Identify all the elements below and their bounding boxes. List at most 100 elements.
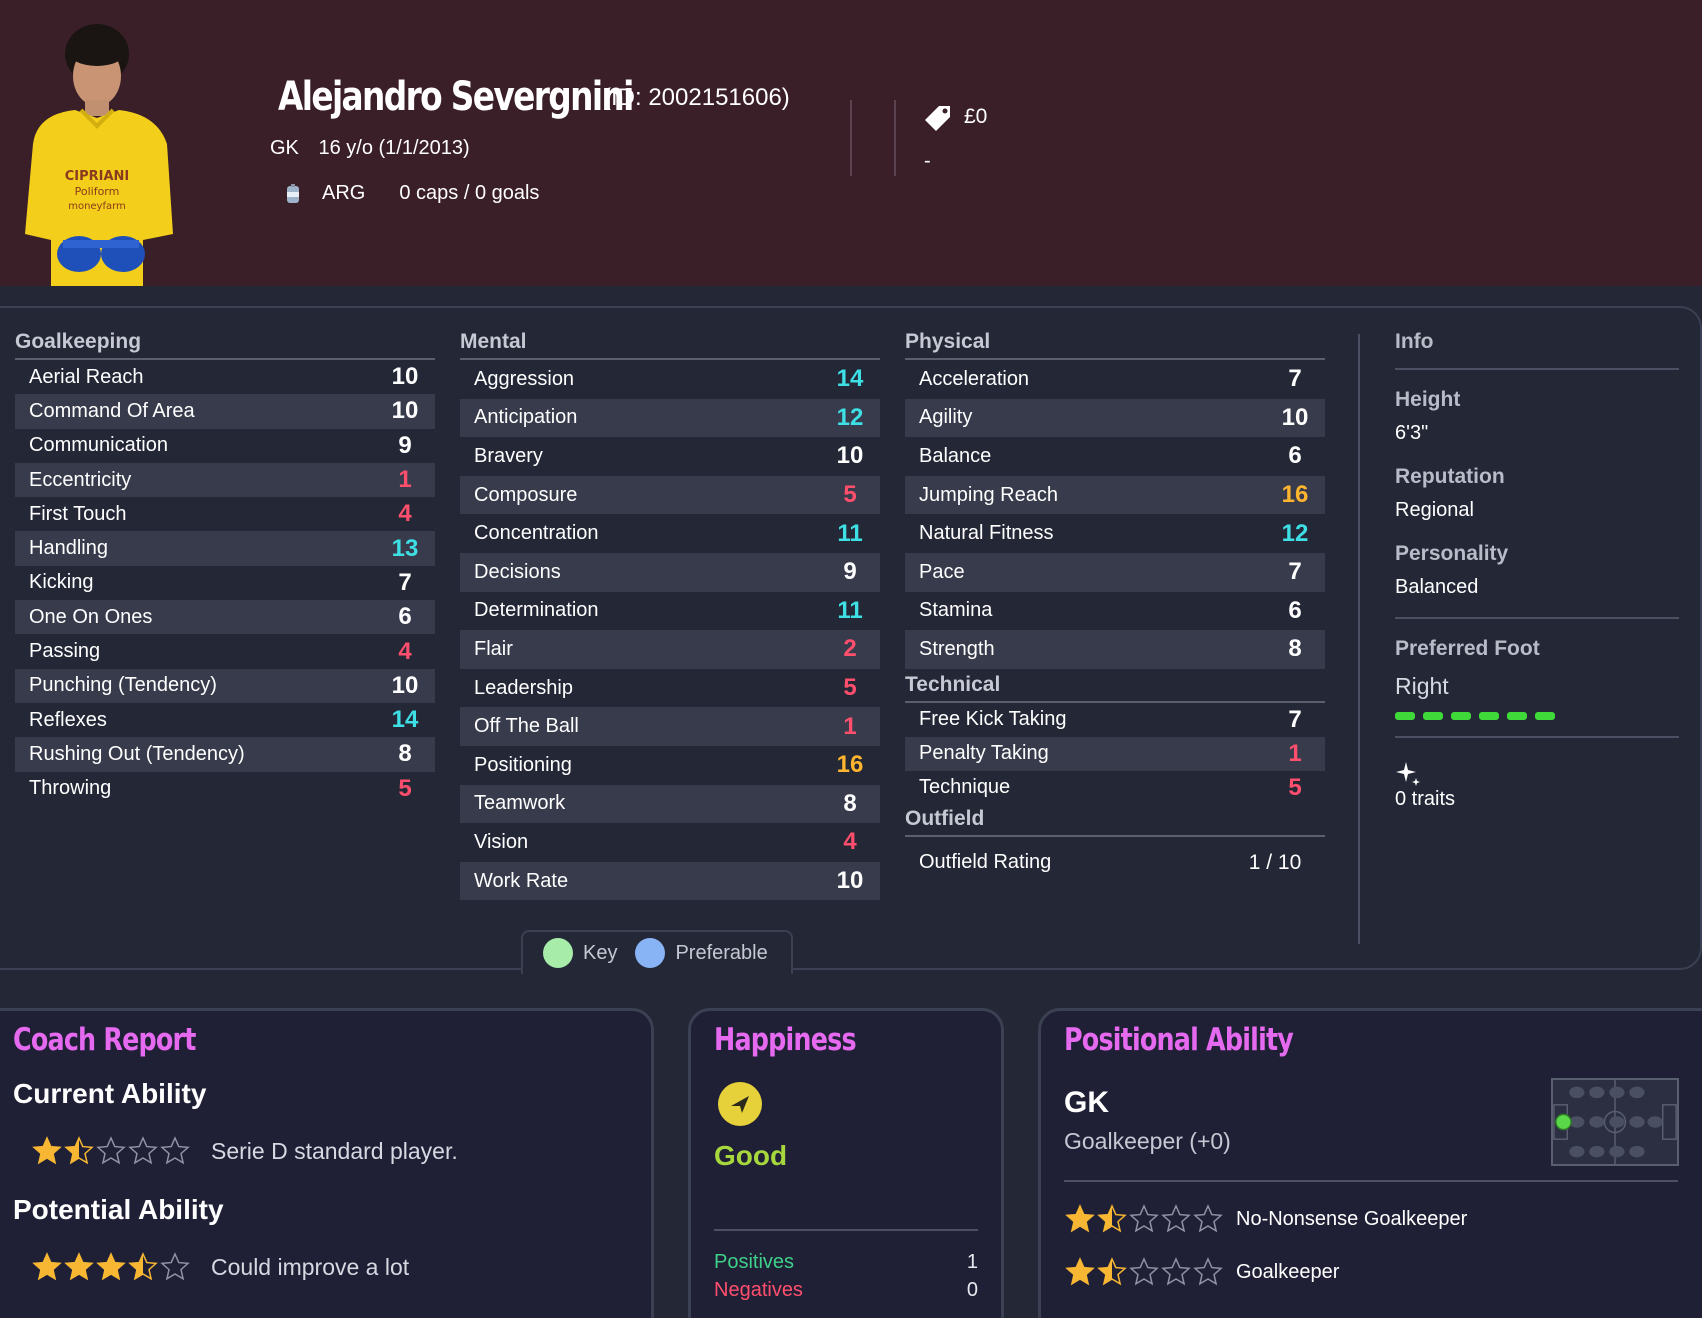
attribute-label: Free Kick Taking [919,708,1067,731]
foot-bar-segment [1395,712,1415,720]
attribute-row[interactable]: Reflexes 14 [15,703,435,737]
attribute-row[interactable]: Decisions 9 [460,552,880,592]
attribute-value: 4 [398,637,412,665]
role-name[interactable]: No-Nonsense Goalkeeper [1236,1208,1467,1231]
outfield-rating-label: Outfield Rating [919,851,1052,874]
goalkeeping-list: Aerial Reach 10 Command Of Area 10 Communica… [15,360,435,806]
attribute-label: Reflexes [29,708,107,731]
attribute-value: 7 [398,568,412,596]
potential-ability-stars [32,1252,190,1282]
attribute-row[interactable]: Determination 11 [460,592,880,631]
attribute-label: Work Rate [474,869,569,892]
star-icon [1065,1257,1095,1286]
attribute-row[interactable]: Balance 6 [905,437,1325,476]
attribute-row[interactable]: Natural Fitness 12 [905,514,1325,553]
attribute-label: Stamina [919,599,993,622]
info-divider [1358,334,1360,944]
attribute-value: 16 [836,751,864,779]
attribute-label: Balance [919,444,992,467]
attribute-row[interactable]: Strength 8 [905,630,1325,669]
attribute-label: Handling [29,537,108,560]
attribute-row[interactable]: Free Kick Taking 7 [905,703,1325,737]
star-icon [128,1136,158,1165]
attribute-row[interactable]: First Touch 4 [15,497,435,531]
attribute-row[interactable]: Penalty Taking 1 [905,736,1325,771]
role-stars [1065,1204,1223,1234]
attribute-row[interactable]: Punching (Tendency) 10 [15,668,435,703]
attribute-row[interactable]: Aerial Reach 10 [15,360,435,394]
attribute-row[interactable]: Work Rate 10 [460,861,880,901]
player-value: £0 [964,105,988,128]
header-divider [894,100,896,176]
attribute-label: Technique [919,776,1011,799]
shirt-sponsor-1: CIPRIANI [65,169,130,184]
attribute-label: Composure [474,483,578,506]
potential-ability-label: Potential Ability [13,1194,224,1225]
attribute-row[interactable]: Eccentricity 1 [15,462,435,498]
attribute-row[interactable]: Teamwork 8 [460,784,880,824]
attribute-row[interactable]: One On Ones 6 [15,600,435,635]
preferred-foot-label: Preferred Foot [1395,637,1540,660]
attribute-row[interactable]: Leadership 5 [460,669,880,708]
header-divider [850,100,852,176]
attribute-value: 4 [398,500,412,528]
attribute-value: 10 [1281,403,1309,431]
traits-count[interactable]: 0 traits [1395,788,1679,811]
star-icon [1161,1257,1191,1286]
negatives-label: Negatives [714,1279,803,1301]
attribute-value: 16 [1281,481,1309,509]
star-icon [1161,1204,1191,1233]
star-icon [96,1136,126,1165]
attribute-row[interactable]: Pace 7 [905,552,1325,592]
attribute-row[interactable]: Kicking 7 [15,566,435,600]
goalkeeping-column: Goalkeeping Aerial Reach 10 Command Of Are… [15,330,435,806]
player-nation[interactable]: ARG [322,182,365,205]
attribute-row[interactable]: Concentration 11 [460,514,880,553]
positional-ability-title: Positional Ability [1064,1022,1294,1058]
attribute-row[interactable]: Technique 5 [905,771,1325,805]
attribute-value: 12 [1281,519,1309,547]
attribute-row[interactable]: Off The Ball 1 [460,707,880,746]
role-name[interactable]: Goalkeeper [1236,1261,1339,1284]
attribute-label: One On Ones [29,605,153,628]
attribute-value: 9 [843,558,857,586]
attribute-row[interactable]: Handling 13 [15,531,435,566]
attribute-row[interactable]: Anticipation 12 [460,398,880,438]
attribute-row[interactable]: Composure 5 [460,475,880,515]
attribute-value: 8 [398,740,412,768]
legend-preferable-label: Preferable [675,941,768,964]
attribute-value: 1 [1288,739,1302,767]
star-icon [64,1252,94,1281]
physical-title: Physical [905,330,1325,360]
pitch-position-map[interactable] [1551,1078,1679,1166]
attribute-label: Penalty Taking [919,742,1049,765]
attribute-value: 7 [1288,705,1302,733]
attribute-row[interactable]: Communication 9 [15,429,435,463]
attribute-row[interactable]: Vision 4 [460,823,880,862]
attribute-row[interactable]: Aggression 14 [460,360,880,399]
attribute-label: Kicking [29,571,94,594]
attribute-row[interactable]: Bravery 10 [460,437,880,476]
player-basic-info: GK 16 y/o (1/1/2013) [270,137,484,160]
flag-icon [287,183,299,203]
attribute-row[interactable]: Stamina 6 [905,592,1325,631]
reputation-value: Regional [1395,499,1474,521]
attribute-value: 6 [398,603,412,631]
attribute-row[interactable]: Throwing 5 [15,772,435,806]
attribute-row[interactable]: Agility 10 [905,398,1325,438]
happiness-title: Happiness [714,1022,857,1058]
player-value-sub: - [924,150,931,172]
attribute-row[interactable]: Jumping Reach 16 [905,475,1325,515]
shirt-sponsor-3: moneyfarm [68,201,126,212]
attribute-label: Concentration [474,522,599,545]
attribute-row[interactable]: Positioning 16 [460,746,880,785]
attribute-value: 5 [1288,773,1302,801]
attribute-row[interactable]: Passing 4 [15,634,435,668]
attribute-row[interactable]: Acceleration 7 [905,360,1325,399]
info-title: Info [1395,330,1434,353]
attribute-row[interactable]: Flair 2 [460,630,880,669]
attribute-row[interactable]: Command Of Area 10 [15,394,435,429]
attribute-row[interactable]: Rushing Out (Tendency) 8 [15,737,435,772]
star-icon [160,1252,190,1281]
attribute-value: 10 [391,397,419,425]
